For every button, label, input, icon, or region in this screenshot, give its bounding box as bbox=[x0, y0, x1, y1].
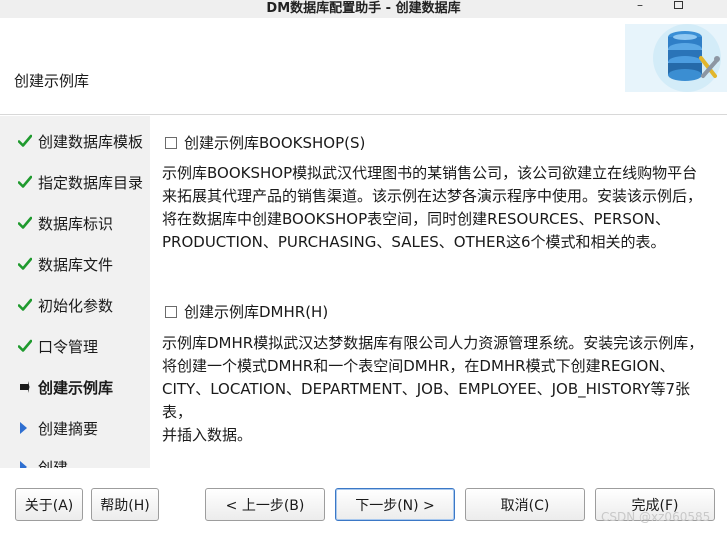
about-button[interactable]: 关于(A) bbox=[15, 488, 83, 521]
check-icon bbox=[0, 257, 38, 271]
sample-db-panel: 创建示例库BOOKSHOP(S) 示例库BOOKSHOP模拟武汉代理图书的某销售… bbox=[150, 116, 727, 468]
check-icon bbox=[0, 339, 38, 353]
step-summary: 创建摘要 bbox=[0, 413, 150, 443]
dmhr-checkbox[interactable] bbox=[165, 305, 177, 318]
description-line: 将创建一个模式DMHR和一个表空间DMHR，在DMHR模式下创建REGION、 bbox=[162, 357, 675, 375]
dmhr-checkbox-row[interactable]: 创建示例库DMHR(H) bbox=[165, 301, 328, 322]
bookshop-checkbox[interactable] bbox=[165, 136, 177, 149]
window-title: DM数据库配置助手 - 创建数据库 bbox=[266, 1, 461, 16]
check-icon bbox=[0, 298, 38, 312]
step-db-files: 数据库文件 bbox=[0, 249, 150, 279]
step-label: 创建数据库模板 bbox=[38, 132, 144, 151]
description-line: CITY、LOCATION、DEPARTMENT、JOB、EMPLOYEE、JO… bbox=[162, 380, 691, 421]
step-create-template: 创建数据库模板 bbox=[0, 126, 150, 156]
step-create: 创建 bbox=[0, 452, 150, 468]
step-label: 数据库标识 bbox=[38, 214, 114, 233]
description-line: PRODUCTION、PURCHASING、SALES、OTHER这6个模式和相… bbox=[162, 233, 666, 251]
watermark: CSDN @xz060585 bbox=[601, 510, 711, 524]
description-line: 来拓展其代理产品的销售渠道。该示例在达梦各演示程序中使用。安装该示例后， bbox=[162, 187, 703, 205]
step-label: 创建 bbox=[38, 458, 69, 469]
help-button[interactable]: 帮助(H) bbox=[91, 488, 159, 521]
current-step-arrow-icon bbox=[0, 380, 38, 394]
bookshop-checkbox-label[interactable]: 创建示例库BOOKSHOP(S) bbox=[184, 132, 365, 153]
step-label: 数据库文件 bbox=[38, 255, 114, 274]
dmhr-checkbox-label[interactable]: 创建示例库DMHR(H) bbox=[184, 301, 328, 322]
check-icon bbox=[0, 216, 38, 230]
step-label: 初始化参数 bbox=[38, 296, 114, 315]
title-bar: DM数据库配置助手 - 创建数据库 – bbox=[0, 0, 727, 18]
description-line: 将在数据库中创建BOOKSHOP表空间，同时创建RESOURCES、PERSON… bbox=[162, 210, 670, 228]
step-password-mgmt: 口令管理 bbox=[0, 331, 150, 361]
step-db-directory: 指定数据库目录 bbox=[0, 167, 150, 197]
wizard-header: 创建示例库 bbox=[0, 18, 727, 115]
step-init-params: 初始化参数 bbox=[0, 290, 150, 320]
step-label: 口令管理 bbox=[38, 337, 99, 356]
dmhr-description: 示例库DMHR模拟武汉达梦数据库有限公司人力资源管理系统。安装完该示例库， 将创… bbox=[162, 332, 714, 447]
pending-arrow-icon bbox=[0, 421, 38, 435]
maximize-icon[interactable] bbox=[668, 0, 688, 12]
bookshop-description: 示例库BOOKSHOP模拟武汉代理图书的某销售公司，该公司欲建立在线购物平台 来… bbox=[162, 162, 714, 254]
minimize-icon[interactable]: – bbox=[630, 0, 650, 12]
pending-arrow-icon bbox=[0, 460, 38, 468]
step-db-identity: 数据库标识 bbox=[0, 208, 150, 238]
step-label: 指定数据库目录 bbox=[38, 173, 144, 192]
description-line: 示例库DMHR模拟武汉达梦数据库有限公司人力资源管理系统。安装完该示例库， bbox=[162, 334, 704, 352]
back-button[interactable]: < 上一步(B) bbox=[205, 488, 325, 521]
step-sample-db: 创建示例库 bbox=[0, 372, 150, 402]
description-line: 并插入数据。 bbox=[162, 426, 253, 444]
cancel-button[interactable]: 取消(C) bbox=[465, 488, 585, 521]
page-title: 创建示例库 bbox=[14, 72, 90, 90]
next-button[interactable]: 下一步(N) > bbox=[335, 488, 455, 521]
description-line: 示例库BOOKSHOP模拟武汉代理图书的某销售公司，该公司欲建立在线购物平台 bbox=[162, 164, 698, 182]
database-tools-icon bbox=[625, 24, 727, 92]
bookshop-checkbox-row[interactable]: 创建示例库BOOKSHOP(S) bbox=[165, 132, 365, 153]
step-label: 创建示例库 bbox=[38, 378, 114, 397]
check-icon bbox=[0, 134, 38, 148]
check-icon bbox=[0, 175, 38, 189]
step-label: 创建摘要 bbox=[38, 419, 99, 438]
wizard-steps: 创建数据库模板 指定数据库目录 数据库标识 数据库文件 初始化参数 口令管理 创… bbox=[0, 116, 150, 468]
